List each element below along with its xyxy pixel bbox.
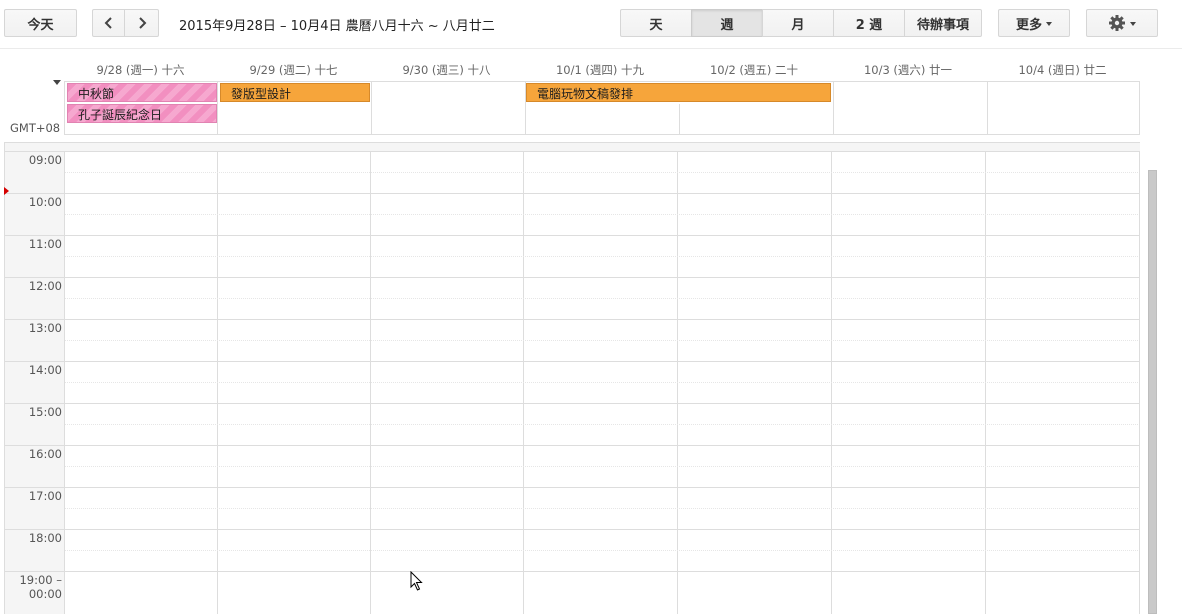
prev-week-button[interactable] [92,9,125,37]
hour-line [5,403,1140,404]
hour-label: 12:00 [28,279,62,293]
allday-event[interactable]: 發版型設計 [220,83,370,102]
more-label: 更多 [1015,17,1042,33]
day-header-thu[interactable]: 10/1 (週四) 十九 [523,62,677,78]
timezone-label: GMT+08 [10,121,61,135]
hour-line [5,319,1140,320]
hour-line [5,487,1140,488]
chevron-left-icon [104,17,112,29]
view-agenda-button[interactable]: 待辦事項 [904,9,982,37]
hour-line [5,193,1140,194]
hour-line [5,151,1140,152]
hour-label: 00:00 [28,587,62,601]
hour-label: 18:00 [28,531,62,545]
view-day-button[interactable]: 天 [620,9,692,37]
hour-line [5,361,1140,362]
allday-event[interactable]: 中秋節 [67,83,217,102]
chevron-right-icon [138,17,146,29]
half-hour-line [65,256,1139,257]
view-month-button[interactable]: 月 [762,9,834,37]
today-button[interactable]: 今天 [4,9,77,37]
allday-divider [679,104,680,135]
hour-label: 14:00 [28,363,62,377]
half-hour-line [65,508,1139,509]
caret-down-icon [1046,22,1052,26]
half-hour-line [65,550,1139,551]
allday-divider [217,81,218,135]
day-header-fri[interactable]: 10/2 (週五) 二十 [677,62,831,78]
allday-divider [371,81,372,135]
hour-label: 09:00 [28,153,62,167]
hour-label: 10:00 [28,195,62,209]
half-hour-line [65,466,1139,467]
hour-line [5,445,1140,446]
settings-button[interactable] [1086,9,1158,37]
allday-event[interactable]: 電腦玩物文稿發排 [526,83,831,102]
half-hour-line [65,424,1139,425]
gear-icon [1109,15,1125,31]
half-hour-line [65,382,1139,383]
hour-label: 17:00 [28,489,62,503]
half-hour-line [65,214,1139,215]
hour-label: 11:00 [28,237,62,251]
caret-down-icon [1130,22,1136,26]
cursor-icon [410,571,423,591]
hour-label: 13:00 [28,321,62,335]
day-header-tue[interactable]: 9/29 (週二) 十七 [217,62,370,78]
day-header-wed[interactable]: 9/30 (週三) 十八 [370,62,523,78]
day-header-sun[interactable]: 10/4 (週日) 廿二 [985,62,1140,78]
day-header-sat[interactable]: 10/3 (週六) 廿一 [831,62,985,78]
day-header-mon[interactable]: 9/28 (週一) 十六 [64,62,217,78]
allday-divider [987,81,988,135]
toolbar-divider [0,48,1182,49]
now-marker-icon [4,187,9,195]
grid-divider [1139,151,1140,614]
view-week-button[interactable]: 週 [691,9,763,37]
allday-divider [833,81,834,135]
half-hour-line [65,172,1139,173]
hour-line [5,277,1140,278]
hour-line [5,235,1140,236]
allday-event[interactable]: 孔子誕辰紀念日 [67,104,217,123]
time-grid[interactable] [4,142,1140,614]
grid-scrollbar[interactable] [1148,170,1157,614]
view-2week-button[interactable]: 2 週 [833,9,905,37]
hour-line [5,571,1140,572]
collapse-allday-icon[interactable] [53,80,61,85]
hour-line [5,529,1140,530]
hour-label: 15:00 [28,405,62,419]
date-range-title: 2015年9月28日 – 10月4日 農曆八月十六 ~ 八月廿二 [179,19,495,34]
half-hour-line [65,298,1139,299]
hour-label: 19:00 – [19,573,62,587]
more-button[interactable]: 更多 [998,9,1070,37]
next-week-button[interactable] [124,9,159,37]
half-hour-line [65,340,1139,341]
hour-label: 16:00 [28,447,62,461]
